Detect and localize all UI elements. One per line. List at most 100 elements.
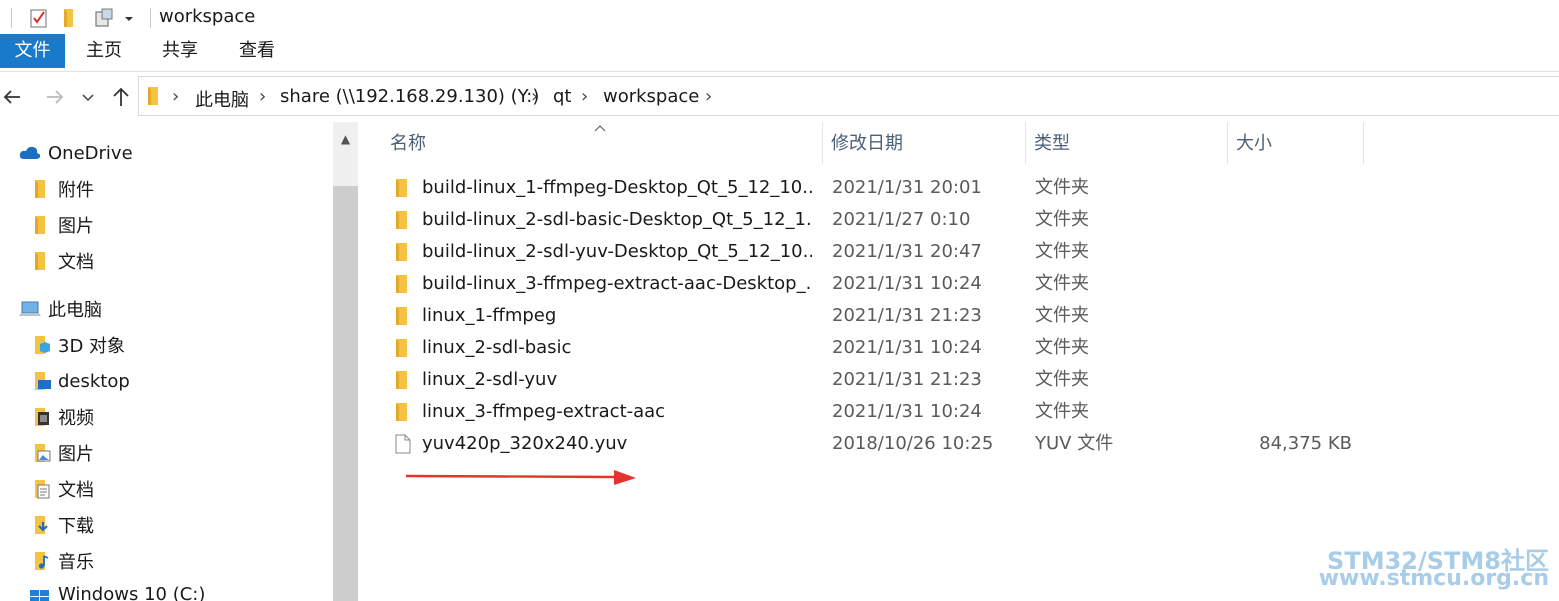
navigation-bar: › 此电脑 › share (\\192.168.29.130) (Y:) › … xyxy=(0,76,1559,118)
sidebar-item-3d-objects[interactable]: 3D 对象 xyxy=(32,330,125,360)
cloud-icon xyxy=(19,146,41,159)
sidebar-item-label: desktop xyxy=(58,370,130,392)
table-row[interactable]: build-linux_1-ffmpeg-Desktop_Qt_5_12_10.… xyxy=(358,172,1559,204)
folder-icon xyxy=(148,87,158,105)
column-header-type[interactable]: 类型 xyxy=(1026,122,1228,164)
sidebar-item-label: OneDrive xyxy=(48,142,133,164)
breadcrumb-this-pc[interactable]: 此电脑 xyxy=(195,86,249,112)
folder-icon xyxy=(396,179,407,197)
file-date: 2018/10/26 10:25 xyxy=(832,433,994,454)
new-folder-icon[interactable] xyxy=(60,7,82,29)
tab-home[interactable]: 主页 xyxy=(76,34,132,68)
sidebar-item-label: 此电脑 xyxy=(48,300,102,321)
table-row[interactable]: build-linux_2-sdl-yuv-Desktop_Qt_5_12_10… xyxy=(358,236,1559,268)
sidebar-item-pictures[interactable]: 图片 xyxy=(32,210,94,240)
breadcrumb-share[interactable]: share (\\192.168.29.130) (Y:) xyxy=(280,86,539,107)
folder-icon xyxy=(396,211,407,229)
file-size xyxy=(1238,396,1352,428)
file-size xyxy=(1238,300,1352,332)
file-name: linux_1-ffmpeg xyxy=(422,305,557,326)
sidebar-item-downloads[interactable]: 下载 xyxy=(32,510,94,540)
sidebar-item-label: 文档 xyxy=(58,252,94,273)
recent-locations-icon[interactable] xyxy=(78,84,98,110)
table-row[interactable]: linux_3-ffmpeg-extract-aac 2021/1/31 10:2… xyxy=(358,396,1559,428)
chevron-right-icon[interactable]: › xyxy=(172,86,179,107)
sidebar-item-label: 图片 xyxy=(58,216,94,237)
file-type: 文件夹 xyxy=(1035,305,1089,326)
up-icon[interactable] xyxy=(108,84,134,110)
sidebar-item-this-pc[interactable]: 此电脑 xyxy=(18,294,102,324)
video-icon xyxy=(35,408,49,426)
back-icon[interactable] xyxy=(0,84,26,110)
table-row[interactable]: linux_2-sdl-yuv 2021/1/31 21:23 文件夹 xyxy=(358,364,1559,396)
file-size xyxy=(1238,364,1352,396)
red-arrow-annotation xyxy=(405,470,636,485)
sidebar-item-label: Windows 10 (C:) xyxy=(58,583,206,601)
drive-icon xyxy=(30,590,49,601)
divider xyxy=(150,8,151,28)
column-header-date[interactable]: 修改日期 xyxy=(823,122,1026,164)
download-icon xyxy=(35,516,48,534)
file-size xyxy=(1238,332,1352,364)
table-row[interactable]: linux_2-sdl-basic 2021/1/31 10:24 文件夹 xyxy=(358,332,1559,364)
sidebar-item-documents[interactable]: 文档 xyxy=(32,246,94,276)
file-name: build-linux_3-ffmpeg-extract-aac-Desktop… xyxy=(422,273,812,294)
sidebar-item-label: 3D 对象 xyxy=(58,336,126,357)
chevron-down-icon[interactable] xyxy=(122,7,136,29)
chevron-right-icon[interactable]: › xyxy=(581,86,588,107)
tab-file[interactable]: 文件 xyxy=(0,34,65,68)
file-date: 2021/1/27 0:10 xyxy=(832,209,971,230)
sidebar-item-label: 附件 xyxy=(58,180,94,201)
sidebar-item-desktop[interactable]: desktop xyxy=(32,366,130,396)
breadcrumb-qt[interactable]: qt xyxy=(553,86,571,107)
table-row[interactable]: build-linux_3-ffmpeg-extract-aac-Desktop… xyxy=(358,268,1559,300)
folder-icon xyxy=(35,180,45,198)
documents-icon xyxy=(35,480,50,499)
scroll-thumb[interactable] xyxy=(333,186,358,601)
table-row[interactable]: build-linux_2-sdl-basic-Desktop_Qt_5_12_… xyxy=(358,204,1559,236)
file-name: build-linux_2-sdl-basic-Desktop_Qt_5_12_… xyxy=(422,209,812,230)
tab-view[interactable]: 查看 xyxy=(229,34,285,68)
file-name: linux_2-sdl-basic xyxy=(422,337,572,358)
sidebar-item-label: 图片 xyxy=(58,444,94,465)
breadcrumb-workspace[interactable]: workspace xyxy=(603,86,699,107)
sidebar-item-music[interactable]: 音乐 xyxy=(32,546,94,576)
scroll-up-icon[interactable]: ▲ xyxy=(333,122,358,156)
chevron-right-icon[interactable]: › xyxy=(705,86,712,107)
column-header-size[interactable]: 大小 xyxy=(1228,122,1364,164)
computer-icon xyxy=(19,301,41,316)
file-size xyxy=(1238,268,1352,300)
file-list: 名称 修改日期 类型 大小 build-linux_1-ffmpeg-Deskt… xyxy=(358,122,1559,601)
file-type: 文件夹 xyxy=(1035,209,1089,230)
tab-share[interactable]: 共享 xyxy=(152,34,208,68)
sidebar-item-onedrive[interactable]: OneDrive xyxy=(18,138,133,168)
title-bar: workspace xyxy=(0,0,1559,34)
file-size xyxy=(1238,172,1352,204)
sidebar-item-label: 音乐 xyxy=(58,552,94,573)
navigation-pane: OneDrive 附件 图片 文档 此电脑 3D 对象 desktop 视频 图… xyxy=(0,122,358,601)
customize-icon[interactable] xyxy=(93,7,115,29)
properties-icon[interactable] xyxy=(28,7,50,29)
file-date: 2021/1/31 10:24 xyxy=(832,337,982,358)
music-icon xyxy=(35,552,49,570)
chevron-right-icon[interactable]: › xyxy=(259,86,266,107)
pictures-icon xyxy=(35,444,51,462)
sidebar-item-videos[interactable]: 视频 xyxy=(32,402,94,432)
folder-icon xyxy=(396,275,407,293)
file-size: 84,375 KB xyxy=(1259,433,1352,454)
forward-icon[interactable] xyxy=(42,84,68,110)
file-icon xyxy=(395,434,411,454)
sidebar-item-drive-c[interactable]: Windows 10 (C:) xyxy=(28,582,205,601)
sidebar-item-pictures-library[interactable]: 图片 xyxy=(32,438,94,468)
file-type: 文件夹 xyxy=(1035,273,1089,294)
sidebar-item-documents-library[interactable]: 文档 xyxy=(32,474,94,504)
file-type: 文件夹 xyxy=(1035,241,1089,262)
table-row[interactable]: linux_1-ffmpeg 2021/1/31 21:23 文件夹 xyxy=(358,300,1559,332)
file-date: 2021/1/31 20:47 xyxy=(832,241,982,262)
chevron-right-icon[interactable]: › xyxy=(531,86,538,107)
column-header-name[interactable]: 名称 xyxy=(382,122,823,164)
table-row[interactable]: yuv420p_320x240.yuv 2018/10/26 10:25 YUV 文… xyxy=(358,428,1559,460)
address-bar[interactable]: › 此电脑 › share (\\192.168.29.130) (Y:) › … xyxy=(138,76,1559,116)
sidebar-item-attachments[interactable]: 附件 xyxy=(32,174,94,204)
file-type: 文件夹 xyxy=(1035,177,1089,198)
